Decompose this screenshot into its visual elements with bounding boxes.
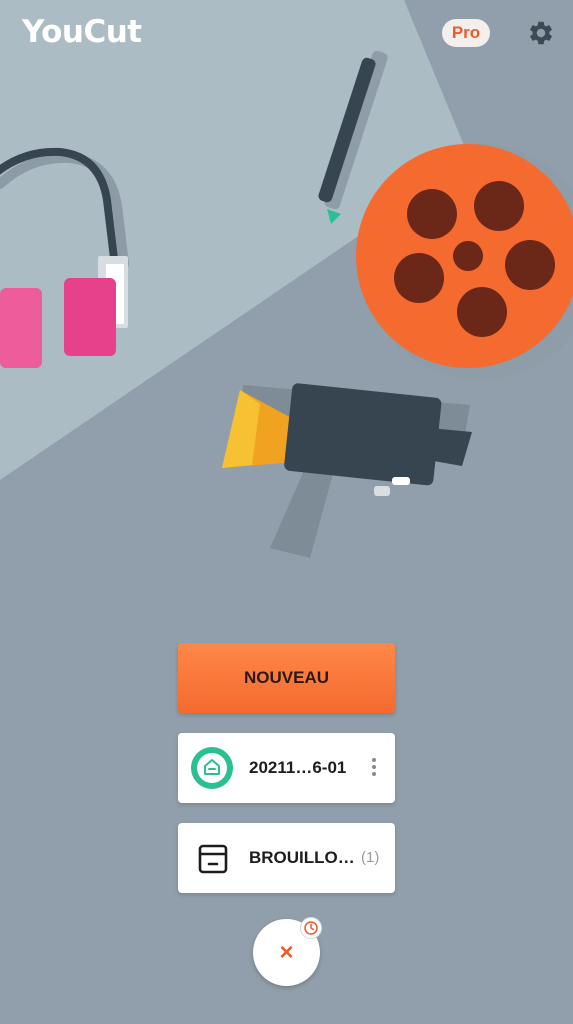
new-project-button[interactable]: NOUVEAU	[178, 643, 395, 713]
project-name: 20211…6-01	[249, 758, 347, 777]
home-icon	[204, 759, 220, 775]
drafts-box-icon	[198, 844, 228, 874]
pro-badge-button[interactable]: Pro	[442, 19, 490, 47]
hero-illustration	[0, 0, 573, 558]
gear-icon[interactable]	[527, 19, 555, 47]
more-vertical-icon[interactable]	[368, 758, 380, 780]
drafts-card[interactable]: BROUILLO… (1)	[178, 823, 395, 893]
top-bar: YouCut Pro	[0, 0, 573, 70]
project-badge	[191, 747, 233, 789]
drafts-label: BROUILLO…	[249, 848, 355, 867]
recent-project-card[interactable]: 20211…6-01	[178, 733, 395, 803]
film-reel-illustration	[356, 144, 573, 380]
clock-icon	[300, 917, 322, 939]
camera-illustration	[222, 383, 472, 558]
home-screen: YouCut Pro NOUVEAU 20211…6-01 BROUILLO… …	[0, 0, 573, 1024]
drafts-count: (1)	[361, 849, 380, 866]
app-logo: YouCut	[22, 14, 142, 50]
